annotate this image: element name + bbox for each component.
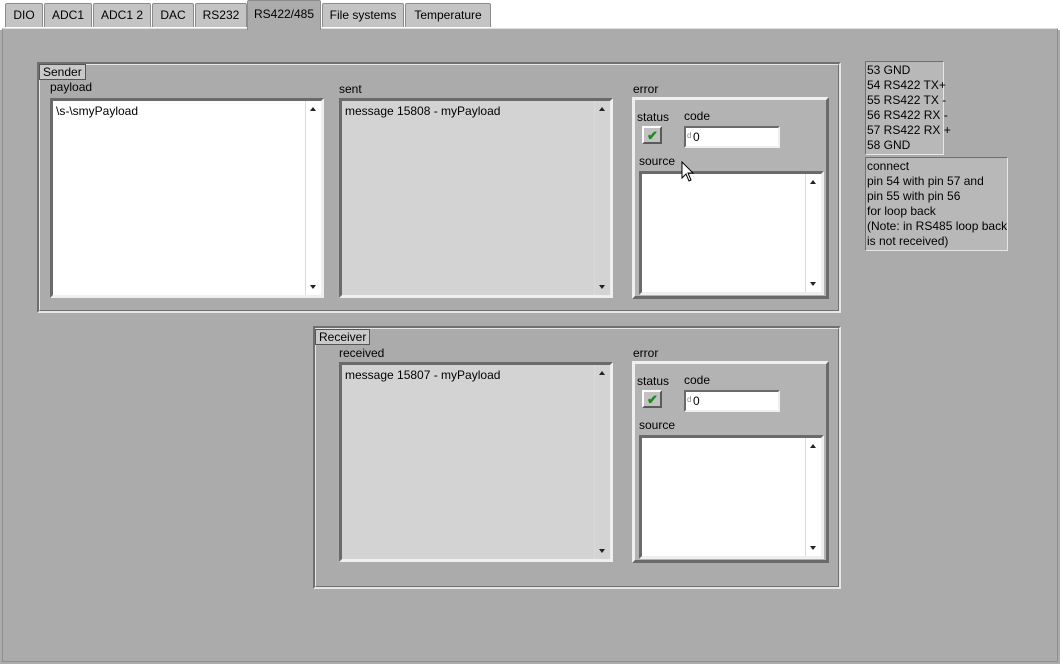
sender-code-value: 0 bbox=[693, 130, 700, 144]
received-indicator: message 15807 - myPayload bbox=[339, 362, 613, 562]
pinout-line: 54 RS422 TX+ bbox=[867, 78, 946, 92]
scroll-up-icon[interactable] bbox=[810, 180, 816, 184]
receiver-cluster-label: Receiver bbox=[315, 329, 371, 345]
sender-source-scrollbar[interactable] bbox=[805, 174, 821, 292]
instruction-line: is not received) bbox=[867, 234, 949, 248]
receiver-code-value: 0 bbox=[693, 394, 700, 408]
scroll-up-icon[interactable] bbox=[810, 444, 816, 448]
mouse-pointer-icon bbox=[681, 161, 695, 182]
receiver-source-scrollbar[interactable] bbox=[805, 438, 821, 556]
sent-indicator: message 15808 - myPayload bbox=[339, 98, 613, 298]
payload-label: payload bbox=[50, 80, 93, 94]
scroll-up-icon[interactable] bbox=[599, 371, 605, 375]
instruction-line: pin 55 with pin 56 bbox=[867, 189, 961, 203]
receiver-status-label: status bbox=[637, 374, 670, 388]
payload-value: \s-\smyPayload bbox=[56, 104, 139, 118]
sent-scrollbar[interactable] bbox=[594, 101, 610, 295]
pinout-line: 57 RS422 RX + bbox=[867, 123, 951, 137]
loopback-instructions: connect pin 54 with pin 57 and pin 55 wi… bbox=[865, 157, 1008, 251]
received-scrollbar[interactable] bbox=[594, 365, 610, 559]
receiver-source-label: source bbox=[639, 418, 676, 432]
received-value: message 15807 - myPayload bbox=[345, 368, 501, 382]
sent-value: message 15808 - myPayload bbox=[345, 104, 501, 118]
tab-temperature[interactable]: Temperature bbox=[405, 3, 491, 27]
instruction-line: (Note: in RS485 loop back bbox=[867, 219, 1008, 233]
scroll-down-icon[interactable] bbox=[599, 285, 605, 289]
instruction-line: for loop back bbox=[867, 204, 936, 218]
receiver-code-field: d 0 bbox=[684, 390, 780, 412]
receiver-error-label: error bbox=[633, 346, 659, 360]
tab-rs232[interactable]: RS232 bbox=[195, 3, 247, 27]
instruction-line: connect bbox=[867, 159, 910, 173]
pinout-line: 58 GND bbox=[867, 138, 911, 152]
tab-file-systems[interactable]: File systems bbox=[322, 3, 404, 27]
sender-error-label: error bbox=[633, 82, 659, 96]
receiver-source-field bbox=[639, 435, 824, 559]
instruction-line: pin 54 with pin 57 and bbox=[867, 174, 984, 188]
scroll-down-icon[interactable] bbox=[599, 549, 605, 553]
sender-code-field: d 0 bbox=[684, 126, 780, 148]
received-label: received bbox=[339, 346, 385, 360]
scroll-down-icon[interactable] bbox=[810, 546, 816, 550]
sender-cluster-label: Sender bbox=[39, 64, 86, 80]
receiver-status-indicator: ✔ bbox=[642, 390, 662, 408]
tab-adc1-2[interactable]: ADC1 2 bbox=[93, 3, 151, 27]
tab-dac[interactable]: DAC bbox=[152, 3, 194, 27]
sender-status-indicator: ✔ bbox=[642, 126, 662, 144]
pinout-line: 53 GND bbox=[867, 63, 911, 77]
checkmark-icon: ✔ bbox=[647, 392, 658, 407]
receiver-code-label: code bbox=[684, 373, 711, 387]
checkmark-icon: ✔ bbox=[647, 128, 658, 143]
scroll-up-icon[interactable] bbox=[310, 107, 316, 111]
scroll-down-icon[interactable] bbox=[310, 285, 316, 289]
sender-source-label: source bbox=[639, 154, 676, 168]
payload-input[interactable]: \s-\smyPayload bbox=[50, 98, 324, 298]
sent-label: sent bbox=[339, 82, 362, 96]
tab-bar: DIO ADC1 ADC1 2 DAC RS232 RS422/485 File… bbox=[0, 0, 1060, 30]
sender-status-label: status bbox=[637, 110, 670, 124]
tab-dio[interactable]: DIO bbox=[5, 3, 43, 27]
sender-code-label: code bbox=[684, 109, 711, 123]
sender-source-field bbox=[639, 171, 824, 295]
payload-scrollbar[interactable] bbox=[305, 101, 321, 295]
scroll-up-icon[interactable] bbox=[599, 107, 605, 111]
scroll-down-icon[interactable] bbox=[810, 282, 816, 286]
tab-rs422-485[interactable]: RS422/485 bbox=[247, 0, 321, 30]
pinout-note: 53 GND 54 RS422 TX+ 55 RS422 TX - 56 RS4… bbox=[865, 61, 951, 155]
pinout-line: 55 RS422 TX - bbox=[867, 93, 947, 107]
pinout-line: 56 RS422 RX - bbox=[867, 108, 948, 122]
tab-adc1[interactable]: ADC1 bbox=[44, 3, 92, 27]
